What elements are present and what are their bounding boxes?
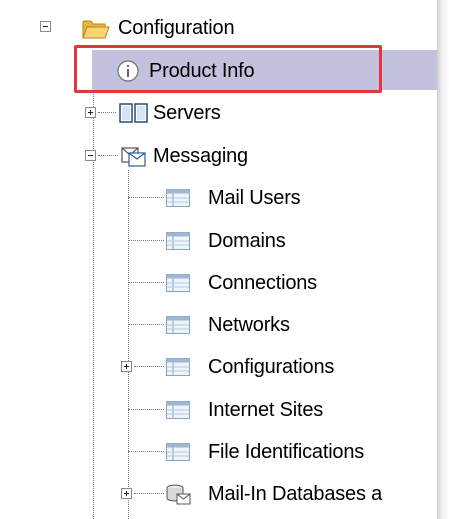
expand-toggle[interactable] <box>121 488 132 499</box>
collapse-toggle[interactable] <box>85 150 96 161</box>
panel-shadow-edge <box>437 0 449 519</box>
tree-item-label: Domains <box>208 230 286 252</box>
table-icon <box>166 189 190 213</box>
tree-item-networks[interactable]: Networks <box>0 304 437 346</box>
messaging-icon <box>120 144 148 174</box>
tree-item-label: Messaging <box>153 145 248 167</box>
tree-item-domains[interactable]: Domains <box>0 220 437 262</box>
database-icon <box>164 482 192 512</box>
expand-toggle[interactable] <box>121 361 132 372</box>
tree-item-servers[interactable]: Servers <box>0 92 437 134</box>
tree-item-configurations[interactable]: Configurations <box>0 346 437 388</box>
table-icon <box>166 443 190 467</box>
annotation-highlight-box <box>74 45 382 93</box>
tree-item-label: Configurations <box>208 356 335 378</box>
tree-item-label: Mail-In Databases a <box>208 483 383 505</box>
tree-item-mail-in-databases[interactable]: Mail-In Databases a <box>0 473 437 515</box>
tree-item-label: File Identifications <box>208 441 365 463</box>
tree-item-label: Connections <box>208 272 317 294</box>
table-icon <box>166 232 190 256</box>
table-icon <box>166 401 190 425</box>
tree-item-file-identifications[interactable]: File Identifications <box>0 431 437 473</box>
table-icon <box>166 316 190 340</box>
servers-icon <box>119 103 149 129</box>
tree-item-configuration[interactable]: Configuration <box>0 7 437 49</box>
table-icon <box>166 358 190 382</box>
tree-item-messaging[interactable]: Messaging <box>0 135 437 177</box>
tree-item-label: Networks <box>208 314 290 336</box>
tree-item-internet-sites[interactable]: Internet Sites <box>0 389 437 431</box>
tree-item-label: Internet Sites <box>208 399 324 421</box>
table-icon <box>166 274 190 298</box>
folder-open-icon <box>82 18 110 46</box>
tree-item-connections[interactable]: Connections <box>0 262 437 304</box>
navigation-tree: Configuration Product Info Servers Messa… <box>0 0 437 519</box>
tree-item-label: Configuration <box>118 17 235 39</box>
tree-item-label: Mail Users <box>208 187 301 209</box>
tree-item-label: Servers <box>153 102 221 124</box>
tree-item-mail-users[interactable]: Mail Users <box>0 177 437 219</box>
expand-toggle[interactable] <box>85 107 96 118</box>
collapse-toggle[interactable] <box>40 21 51 32</box>
